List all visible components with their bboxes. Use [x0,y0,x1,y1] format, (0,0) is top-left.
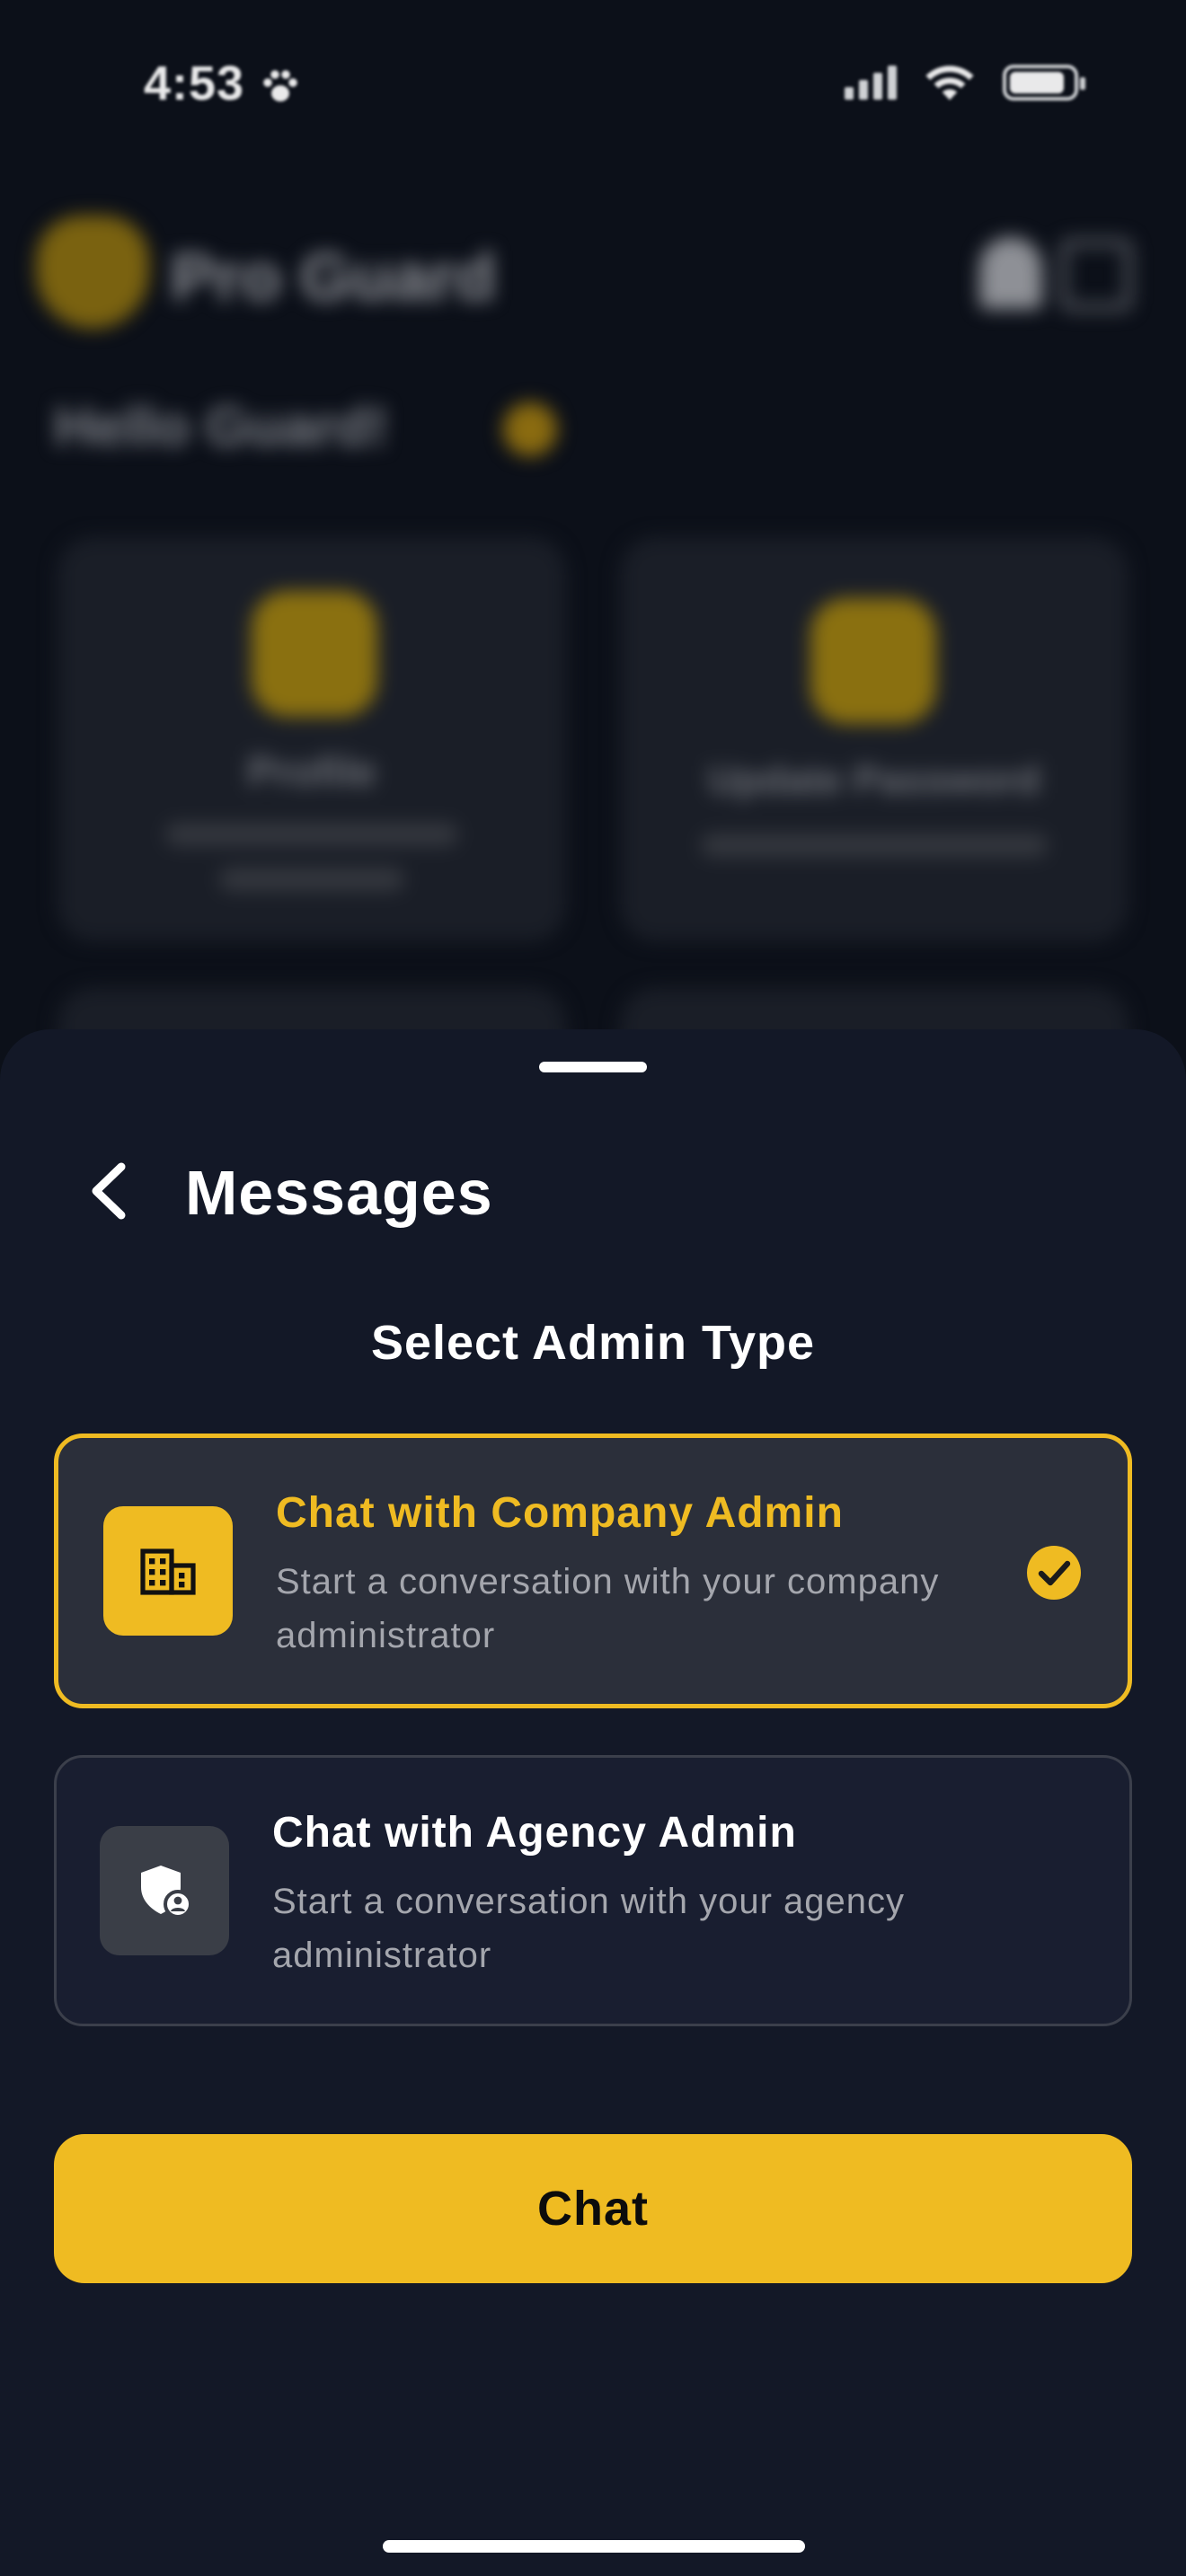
sheet-header: Messages [0,1146,1186,1236]
agency-admin-title: Chat with Agency Admin [272,1809,797,1857]
logout-icon [1060,239,1132,311]
shield-user-icon [100,1826,229,1955]
status-icons [845,63,1085,102]
update-password-card-title: Update Password [708,758,1040,802]
home-indicator [383,2540,805,2553]
app-header: Pro Guard [36,216,1150,332]
sheet-title: Messages [185,1158,493,1228]
status-bar: 4:53 [0,0,1186,171]
messages-sheet: Messages Select Admin Type Chat with Com… [0,1029,1186,2576]
agency-admin-description: Start a conversation with your agency ad… [272,1882,906,1975]
check-circle-icon [1027,1546,1081,1600]
battery-icon [1003,65,1085,101]
status-time: 4:53 [144,57,245,110]
back-button[interactable] [63,1146,153,1236]
logo-icon [36,216,149,329]
profile-card-title: Profile [247,748,376,795]
profile-icon [252,591,377,717]
update-password-card: Update Password [620,537,1128,941]
building-icon [103,1506,233,1636]
agency-admin-option[interactable]: Chat with Agency Admin Start a conversat… [54,1755,1132,2026]
paw-icon [263,70,297,101]
brand-name: Pro Guard [171,240,496,314]
company-admin-title: Chat with Company Admin [276,1489,844,1537]
wave-hand-icon [503,402,557,456]
signal-icon [845,66,897,100]
profile-card: Profile [58,537,566,941]
company-admin-option[interactable]: Chat with Company Admin Start a conversa… [54,1434,1132,1708]
lock-icon [810,598,936,724]
sheet-grabber[interactable] [539,1062,647,1072]
greeting-text: Hello Guard! [54,396,389,458]
wifi-icon [925,66,974,101]
section-title: Select Admin Type [370,1316,816,1370]
bell-icon [979,237,1042,309]
company-admin-description: Start a conversation with your company a… [276,1562,940,1655]
chat-button[interactable]: Chat [54,2134,1132,2283]
chevron-left-icon [92,1162,126,1220]
